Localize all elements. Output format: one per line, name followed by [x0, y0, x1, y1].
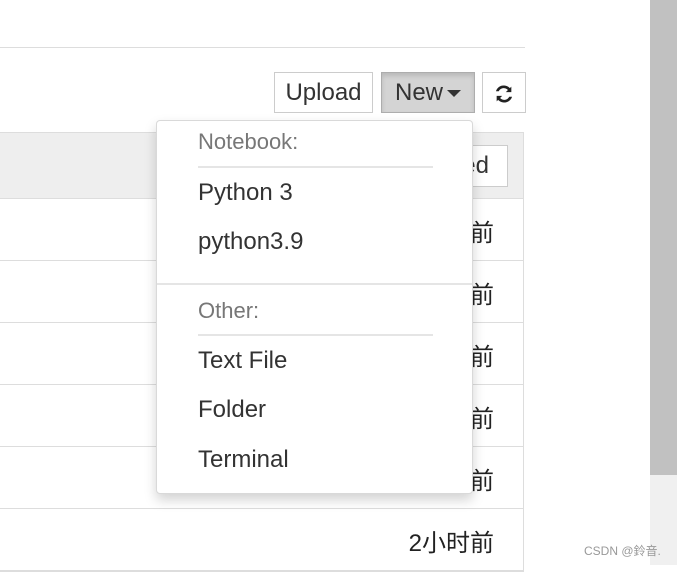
modified-time: 前: [470, 220, 494, 247]
watermark: CSDN @鈴音.: [584, 544, 661, 558]
menu-item-text-file[interactable]: Text File: [198, 347, 287, 375]
modified-time: 前: [470, 282, 494, 309]
modified-time: 2小时前: [408, 530, 494, 557]
new-label: New: [394, 79, 443, 106]
divider: [157, 283, 472, 285]
menu-item-python3[interactable]: Python 3: [198, 179, 293, 207]
scrollbar-thumb[interactable]: [650, 0, 677, 475]
upload-button[interactable]: Upload: [274, 72, 373, 113]
modified-time: 前: [470, 406, 494, 433]
divider: [198, 334, 433, 336]
caret-down-icon: [447, 90, 461, 98]
other-header: Other:: [198, 298, 260, 323]
menu-item-terminal[interactable]: Terminal: [198, 446, 289, 474]
modified-time: 前: [470, 468, 494, 495]
refresh-icon: [495, 85, 513, 103]
new-dropdown-menu: Notebook: Python 3 python3.9 Other: Text…: [156, 120, 473, 494]
notebook-header: Notebook:: [198, 129, 299, 154]
refresh-button[interactable]: [482, 72, 526, 113]
menu-item-folder[interactable]: Folder: [198, 396, 266, 424]
new-dropdown-button[interactable]: New: [381, 72, 475, 113]
modified-time: 前: [470, 344, 494, 371]
divider: [198, 166, 433, 168]
table-row[interactable]: 2小时前: [0, 509, 523, 571]
scrollbar[interactable]: [650, 0, 677, 565]
divider: [0, 47, 525, 48]
menu-item-python3-9[interactable]: python3.9: [198, 228, 303, 256]
